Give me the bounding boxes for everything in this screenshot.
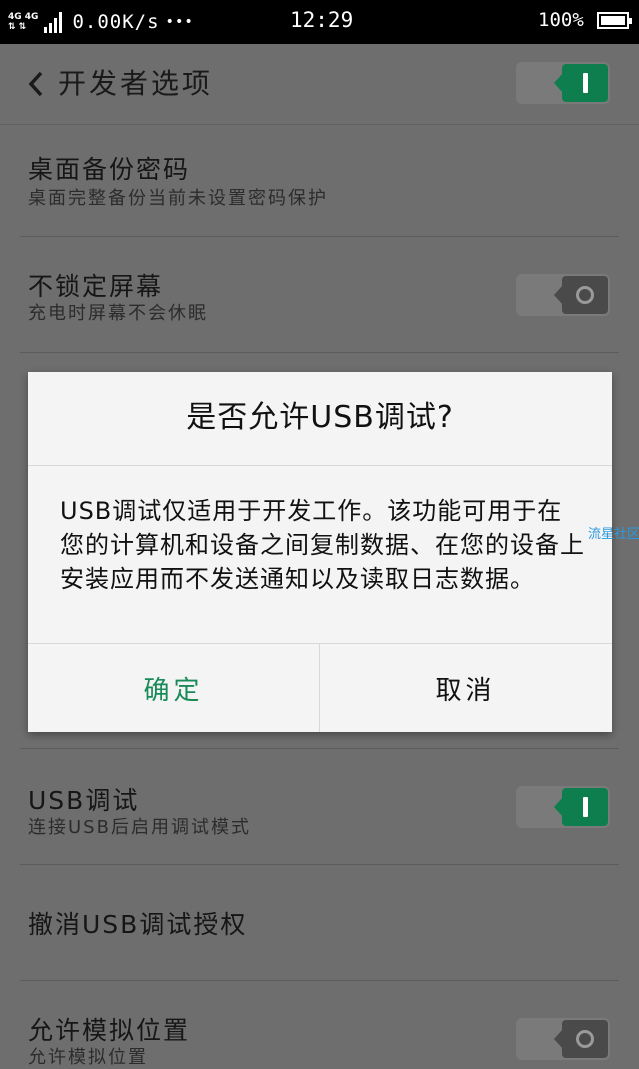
ok-button[interactable]: 确定 [28, 644, 319, 732]
setting-subtitle: 充电时屏幕不会休眠 [28, 303, 208, 324]
network-type-label: 4G 4G [8, 12, 39, 22]
back-button[interactable] [18, 66, 54, 102]
setting-title: 不锁定屏幕 [28, 272, 164, 301]
watermark: 流星社区 [588, 527, 639, 542]
dialog-message: USB调试仅适用于开发工作。该功能可用于在您的计算机和设备之间复制数据、在您的设… [60, 497, 585, 593]
divider [20, 352, 619, 353]
setting-title: 桌面备份密码 [28, 155, 191, 184]
page-title: 开发者选项 [58, 67, 214, 100]
divider [28, 465, 612, 466]
mock-location-toggle[interactable] [516, 1018, 610, 1060]
setting-stay-awake[interactable]: 不锁定屏幕 充电时屏幕不会休眠 [0, 237, 639, 352]
setting-title: 允许模拟位置 [28, 1016, 191, 1045]
stay-awake-toggle[interactable] [516, 274, 610, 316]
setting-usb-debugging[interactable]: USB调试 连接USB后启用调试模式 [0, 749, 639, 864]
setting-subtitle: 允许模拟位置 [28, 1047, 148, 1068]
setting-title: USB调试 [28, 786, 140, 815]
app-header: 开发者选项 [0, 44, 639, 125]
network-speed: 0.00K/s [72, 11, 160, 33]
data-activity-arrows: ⇅ ⇅ [8, 22, 27, 32]
battery-icon [597, 12, 632, 29]
signal-strength-icon [44, 11, 63, 33]
battery-percent: 100% [538, 9, 584, 31]
network-type-icon: 4G 4G ⇅ ⇅ [8, 12, 38, 32]
more-notifications-icon: ••• [165, 14, 194, 30]
status-bar: 4G 4G ⇅ ⇅ 0.00K/s ••• 12:29 100% [0, 0, 639, 44]
setting-subtitle: 连接USB后启用调试模式 [28, 817, 251, 838]
setting-revoke-usb-authorization[interactable]: 撤消USB调试授权 [0, 865, 639, 980]
usb-debugging-dialog: 是否允许USB调试? USB调试仅适用于开发工作。该功能可用于在您的计算机和设备… [28, 372, 612, 732]
status-clock: 12:29 [290, 8, 354, 32]
chevron-left-icon [28, 71, 43, 97]
usb-debugging-toggle[interactable] [516, 786, 610, 828]
developer-options-toggle[interactable] [516, 62, 610, 104]
setting-allow-mock-location[interactable]: 允许模拟位置 允许模拟位置 [0, 981, 639, 1068]
setting-desktop-backup-password[interactable]: 桌面备份密码 桌面完整备份当前未设置密码保护 [0, 124, 639, 236]
dialog-title: 是否允许USB调试? [186, 400, 454, 435]
setting-title: 撤消USB调试授权 [28, 910, 248, 939]
cancel-button[interactable]: 取消 [320, 644, 611, 732]
setting-subtitle: 桌面完整备份当前未设置密码保护 [28, 188, 328, 209]
